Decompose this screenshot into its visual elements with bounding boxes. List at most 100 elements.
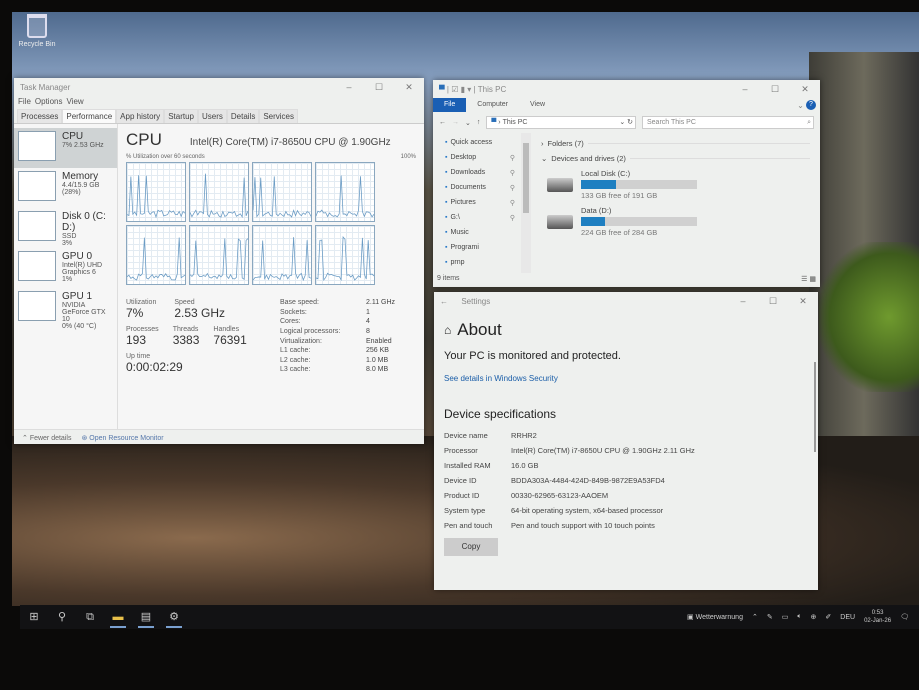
settings-taskbar-icon[interactable]: ⚙ — [160, 605, 188, 629]
nav-item[interactable]: ▪ Documents ⚲ — [445, 184, 521, 199]
recycle-bin-shortcut[interactable]: Recycle Bin — [16, 14, 58, 48]
pen-icon[interactable]: ✎ — [767, 613, 773, 621]
devices-group[interactable]: ⌄ Devices and drives (2) — [541, 154, 810, 163]
ribbon-computer[interactable]: Computer — [466, 98, 519, 112]
menu-view[interactable]: View — [66, 97, 83, 106]
ribbon-view[interactable]: View — [519, 98, 556, 112]
quick-access-toolbar-icon[interactable]: ☑ ▮ ▾ — [451, 85, 471, 94]
nav-item[interactable]: ▪ Programi — [445, 244, 521, 259]
minimize-button[interactable]: – — [730, 84, 760, 94]
resource-monitor-label: Open Resource Monitor — [89, 435, 164, 442]
title-bar[interactable]: ▀ | ☑ ▮ ▾ | This PC – ☐ ✕ — [433, 80, 820, 98]
maximize-button[interactable]: ☐ — [760, 84, 790, 95]
menu-options[interactable]: Options — [35, 97, 63, 106]
cpu-detail-value: 256 KB — [366, 347, 389, 355]
maximize-button[interactable]: ☐ — [364, 82, 394, 93]
close-button[interactable]: ✕ — [394, 82, 424, 93]
settings-scrollbar[interactable] — [814, 362, 816, 452]
tab-app-history[interactable]: App history — [116, 109, 165, 123]
disk-thumbnail — [18, 211, 56, 241]
menu-file[interactable]: File — [18, 97, 31, 106]
clock[interactable]: 0:53 02-Jan-26 — [864, 609, 891, 625]
nav-label: Quick access — [450, 139, 493, 146]
back-button[interactable]: ← — [439, 119, 446, 126]
search-input[interactable]: Search This PC ⌕ — [642, 116, 814, 129]
tab-details[interactable]: Details — [226, 109, 260, 123]
ribbon-file[interactable]: File — [433, 98, 467, 112]
folder-icon: ▪ — [445, 259, 448, 266]
expand-ribbon-icon[interactable]: ⌄ — [797, 101, 804, 110]
title: Task Manager — [20, 82, 71, 92]
title-bar[interactable]: ← Settings – ☐ ✕ — [434, 292, 818, 310]
resource-sub: 7% 2.53 GHz — [62, 142, 104, 149]
spec-value: 00330-62965-63123-AAOEM — [511, 491, 609, 500]
cpu-detail-value: 1 — [366, 308, 370, 316]
file-explorer-taskbar-icon[interactable]: ▬ — [104, 605, 132, 629]
battery-icon[interactable]: ▭ — [782, 613, 789, 621]
tab-startup[interactable]: Startup — [164, 109, 198, 123]
view-toggle-icons[interactable]: ☰ ▦ — [801, 275, 816, 283]
tab-users[interactable]: Users — [197, 109, 227, 123]
drive-item[interactable]: Data (D:) 224 GB free of 284 GB — [547, 206, 810, 237]
resource-disk[interactable]: Disk 0 (C: D:) SSD 3% — [14, 208, 117, 248]
nav-item[interactable]: ▪ Downloads ⚲ — [445, 169, 521, 184]
cpu-panel: CPU Intel(R) Core(TM) i7-8650U CPU @ 1.90… — [118, 124, 424, 429]
recent-locations-button[interactable]: ⌄ — [465, 119, 471, 127]
open-resource-monitor-link[interactable]: ⊛ Open Resource Monitor — [81, 434, 163, 442]
weather-widget[interactable]: ▣ Wetterwarnung — [687, 613, 743, 621]
back-arrow-icon[interactable]: ← — [440, 297, 448, 306]
language-indicator[interactable]: DEU — [840, 614, 855, 621]
spec-label: Processor — [444, 446, 478, 455]
copy-button[interactable]: Copy — [444, 538, 498, 556]
network-icon[interactable]: ⊕ — [811, 613, 817, 621]
resource-sub: Intel(R) UHD Graphics 6 — [62, 262, 103, 276]
resource-gpu1[interactable]: GPU 1 NVIDIA GeForce GTX 10 0% (40 °C) — [14, 288, 117, 330]
resource-name: GPU 0 — [62, 251, 93, 262]
pin-icon: ⚲ — [509, 215, 515, 222]
nav-item[interactable]: ▪ G:\ ⚲ — [445, 214, 521, 229]
show-hidden-icons[interactable]: ⌃ — [752, 613, 758, 621]
title-bar[interactable]: Task Manager – ☐ ✕ — [14, 78, 424, 96]
nav-item[interactable]: ▪ Music — [445, 229, 521, 244]
tab-services[interactable]: Services — [259, 109, 299, 123]
refresh-icon[interactable]: ↻ — [627, 117, 633, 128]
resource-cpu[interactable]: CPU 7% 2.53 GHz — [14, 128, 117, 168]
forward-button[interactable]: → — [452, 119, 459, 126]
address-bar[interactable]: ▀ › This PC ⌄ ↻ — [486, 116, 636, 129]
processes-label: Processes — [126, 326, 159, 333]
uptime-value: 0:00:02:29 — [126, 360, 183, 374]
start-button[interactable]: ⊞ — [20, 605, 48, 629]
folders-group[interactable]: › Folders (7) — [541, 139, 810, 148]
drive-usage-bar — [581, 180, 697, 189]
cpu-detail-key: L3 cache: — [280, 366, 311, 374]
resource-gpu0[interactable]: GPU 0 Intel(R) UHD Graphics 6 1% — [14, 248, 117, 288]
windows-security-link[interactable]: See details in Windows Security — [434, 366, 818, 383]
notifications-icon[interactable]: 🗨︎ — [900, 613, 909, 621]
nav-item[interactable]: ▪ Quick access — [445, 139, 521, 154]
cpu-detail-value: 1.0 MB — [366, 356, 389, 364]
drive-icon — [547, 177, 573, 192]
resource-memory[interactable]: Memory 4.4/15.9 GB (28%) — [14, 168, 117, 208]
up-button[interactable]: ↑ — [477, 119, 481, 126]
resource-sub: SSD — [62, 233, 77, 240]
help-icon[interactable]: ? — [806, 100, 816, 110]
volume-icon[interactable]: 🔈︎ — [797, 613, 801, 621]
nav-item[interactable]: ▪ prnp — [445, 259, 521, 274]
maximize-button[interactable]: ☐ — [758, 296, 788, 307]
close-button[interactable]: ✕ — [790, 84, 820, 95]
drive-item[interactable]: Local Disk (C:) 133 GB free of 191 GB — [547, 169, 810, 200]
address-dropdown-icon[interactable]: ⌄ — [619, 117, 625, 128]
search-button[interactable]: ⚲ — [48, 605, 76, 629]
minimize-button[interactable]: – — [334, 82, 364, 92]
close-button[interactable]: ✕ — [788, 296, 818, 307]
minimize-button[interactable]: – — [728, 296, 758, 306]
nav-item[interactable]: ▪ Pictures ⚲ — [445, 199, 521, 214]
nav-item[interactable]: ▪ Desktop ⚲ — [445, 154, 521, 169]
pen-workspace-icon[interactable]: ✐ — [825, 613, 831, 621]
task-manager-taskbar-icon[interactable]: ▤ — [132, 605, 160, 629]
tab-processes[interactable]: Processes — [17, 109, 63, 123]
nav-scrollbar[interactable] — [521, 133, 531, 273]
task-view-button[interactable]: ⧉ — [76, 605, 104, 629]
fewer-details-button[interactable]: ⌃ Fewer details — [22, 434, 71, 442]
tab-performance[interactable]: Performance — [62, 109, 117, 123]
